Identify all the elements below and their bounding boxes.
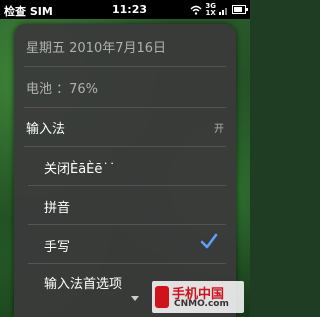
option-label: 输入法首选项 bbox=[44, 277, 123, 292]
cnmo-logo-icon bbox=[155, 286, 169, 308]
option-handwriting[interactable]: 手写 bbox=[14, 226, 236, 262]
watermark-logo: 手机中国 CNMO.com bbox=[152, 281, 244, 313]
watermark-en: CNMO.com bbox=[174, 299, 229, 309]
divider bbox=[28, 224, 226, 225]
option-pinyin[interactable]: 拼音 bbox=[14, 187, 236, 223]
divider bbox=[28, 263, 226, 264]
date-label: 星期五 2010年7月16日 bbox=[26, 41, 167, 56]
system-menu[interactable]: 星期五 2010年7月16日 电池 ：76% 输入法 开 关闭ÈāÈē˙˙ 拼音… bbox=[14, 24, 236, 317]
status-bar[interactable]: 检查 SIM 11:23 3G 1X bbox=[0, 0, 250, 19]
option-label: 手写 bbox=[44, 240, 71, 255]
battery-fill bbox=[234, 7, 242, 12]
input-method-toggle[interactable]: 开 bbox=[214, 120, 224, 135]
option-label: 关闭ÈāÈē˙˙ bbox=[44, 162, 116, 177]
scroll-down-icon[interactable] bbox=[131, 296, 139, 301]
battery-label: 电池 ：76% bbox=[26, 82, 99, 97]
wifi-icon bbox=[190, 5, 202, 15]
divider bbox=[28, 185, 226, 186]
battery-row: 电池 ：76% bbox=[14, 70, 236, 102]
status-icons: 3G 1X bbox=[190, 2, 248, 17]
carrier-label: 检查 SIM bbox=[4, 5, 53, 18]
divider bbox=[24, 146, 226, 147]
option-off[interactable]: 关闭ÈāÈē˙˙ bbox=[14, 148, 236, 184]
date-row: 星期五 2010年7月16日 bbox=[14, 32, 236, 58]
input-method-row[interactable]: 输入法 开 bbox=[14, 110, 236, 144]
input-method-label: 输入法 bbox=[26, 122, 66, 137]
checkmark-icon bbox=[200, 233, 218, 249]
battery-icon bbox=[232, 5, 248, 14]
network-1x-label: 1X bbox=[205, 8, 216, 17]
signal-icon bbox=[219, 7, 227, 15]
divider bbox=[24, 66, 226, 67]
divider bbox=[24, 107, 226, 108]
network-indicator: 3G 1X bbox=[205, 2, 216, 17]
option-label: 拼音 bbox=[44, 201, 71, 216]
clock: 11:23 bbox=[112, 3, 148, 16]
